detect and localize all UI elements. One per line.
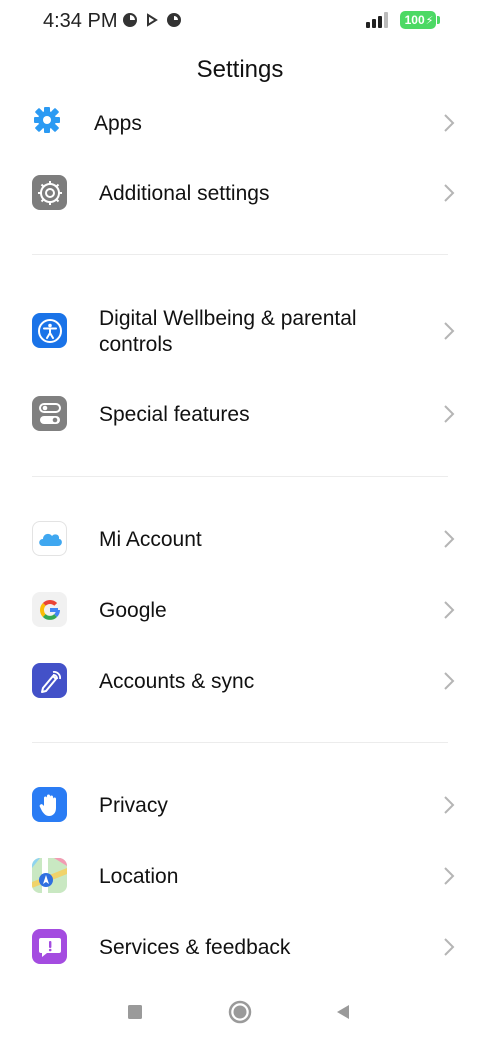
accessibility-icon: [32, 313, 67, 348]
toggle-icon: [32, 396, 67, 431]
play-icon: [147, 13, 158, 27]
battery-icon: 100 ⚡: [400, 11, 436, 29]
status-time: 4:34 PM: [43, 10, 118, 32]
chevron-right-icon: [444, 114, 455, 132]
settings-item-label: Mi Account: [99, 528, 202, 551]
back-button[interactable]: [328, 997, 358, 1027]
settings-gear-icon: [32, 175, 67, 210]
settings-item-apps[interactable]: Apps: [0, 91, 480, 155]
settings-item-label: Accounts & sync: [99, 670, 255, 693]
settings-item-label: Services & feedback: [99, 936, 291, 959]
chevron-right-icon: [444, 530, 455, 548]
status-system-icons: 100 ⚡: [366, 11, 440, 29]
back-icon: [337, 1005, 349, 1019]
battery-level: 100: [404, 13, 425, 27]
chevron-right-icon: [444, 601, 455, 619]
chevron-right-icon: [444, 322, 455, 340]
settings-item-label: Privacy: [99, 794, 168, 817]
battery-cap: [437, 16, 440, 24]
chevron-right-icon: [444, 184, 455, 202]
settings-item-accounts-sync[interactable]: Accounts & sync: [0, 649, 480, 713]
settings-item-special-features[interactable]: Special features: [0, 382, 480, 446]
settings-item-label: Additional settings: [99, 182, 270, 205]
section-divider: [32, 476, 448, 477]
chevron-right-icon: [444, 405, 455, 423]
section-divider: [32, 254, 448, 255]
notification-app-icon-2: [167, 13, 181, 27]
hand-icon: [32, 787, 67, 822]
google-icon: [32, 592, 67, 627]
section-divider: [32, 742, 448, 743]
gear-icon: [32, 105, 62, 135]
chevron-right-icon: [444, 672, 455, 690]
pen-sync-icon: [32, 663, 67, 698]
cloud-icon: [32, 521, 67, 556]
settings-item-google[interactable]: Google: [0, 578, 480, 642]
settings-item-label: Special features: [99, 403, 250, 426]
notification-app-icon: [123, 13, 137, 27]
recents-icon: [128, 1005, 142, 1019]
feedback-icon: [32, 929, 67, 964]
chevron-right-icon: [444, 938, 455, 956]
signal-icon: [366, 12, 388, 28]
settings-item-label: Apps: [94, 112, 142, 135]
settings-item-digital-wellbeing[interactable]: Digital Wellbeing & parental controls: [0, 296, 480, 368]
page-title: Settings: [196, 56, 284, 83]
settings-item-services-feedback[interactable]: Services & feedback: [0, 915, 480, 979]
status-notification-icons: [122, 12, 182, 28]
settings-item-privacy[interactable]: Privacy: [0, 773, 480, 837]
charging-icon: ⚡: [425, 14, 434, 27]
navigation-bar: [0, 985, 480, 1040]
settings-item-location[interactable]: Location: [0, 844, 480, 908]
map-icon: [32, 858, 67, 893]
home-icon: [228, 1000, 252, 1024]
recents-button[interactable]: [120, 997, 150, 1027]
settings-item-label: Location: [99, 865, 179, 888]
status-bar: 4:34 PM 100 ⚡: [0, 0, 480, 44]
settings-item-mi-account[interactable]: Mi Account: [0, 507, 480, 571]
chevron-right-icon: [444, 867, 455, 885]
settings-item-label: Google: [99, 599, 167, 622]
settings-item-label: Digital Wellbeing & parental controls: [99, 307, 357, 356]
home-button[interactable]: [225, 997, 255, 1027]
chevron-right-icon: [444, 796, 455, 814]
settings-item-additional-settings[interactable]: Additional settings: [0, 161, 480, 225]
